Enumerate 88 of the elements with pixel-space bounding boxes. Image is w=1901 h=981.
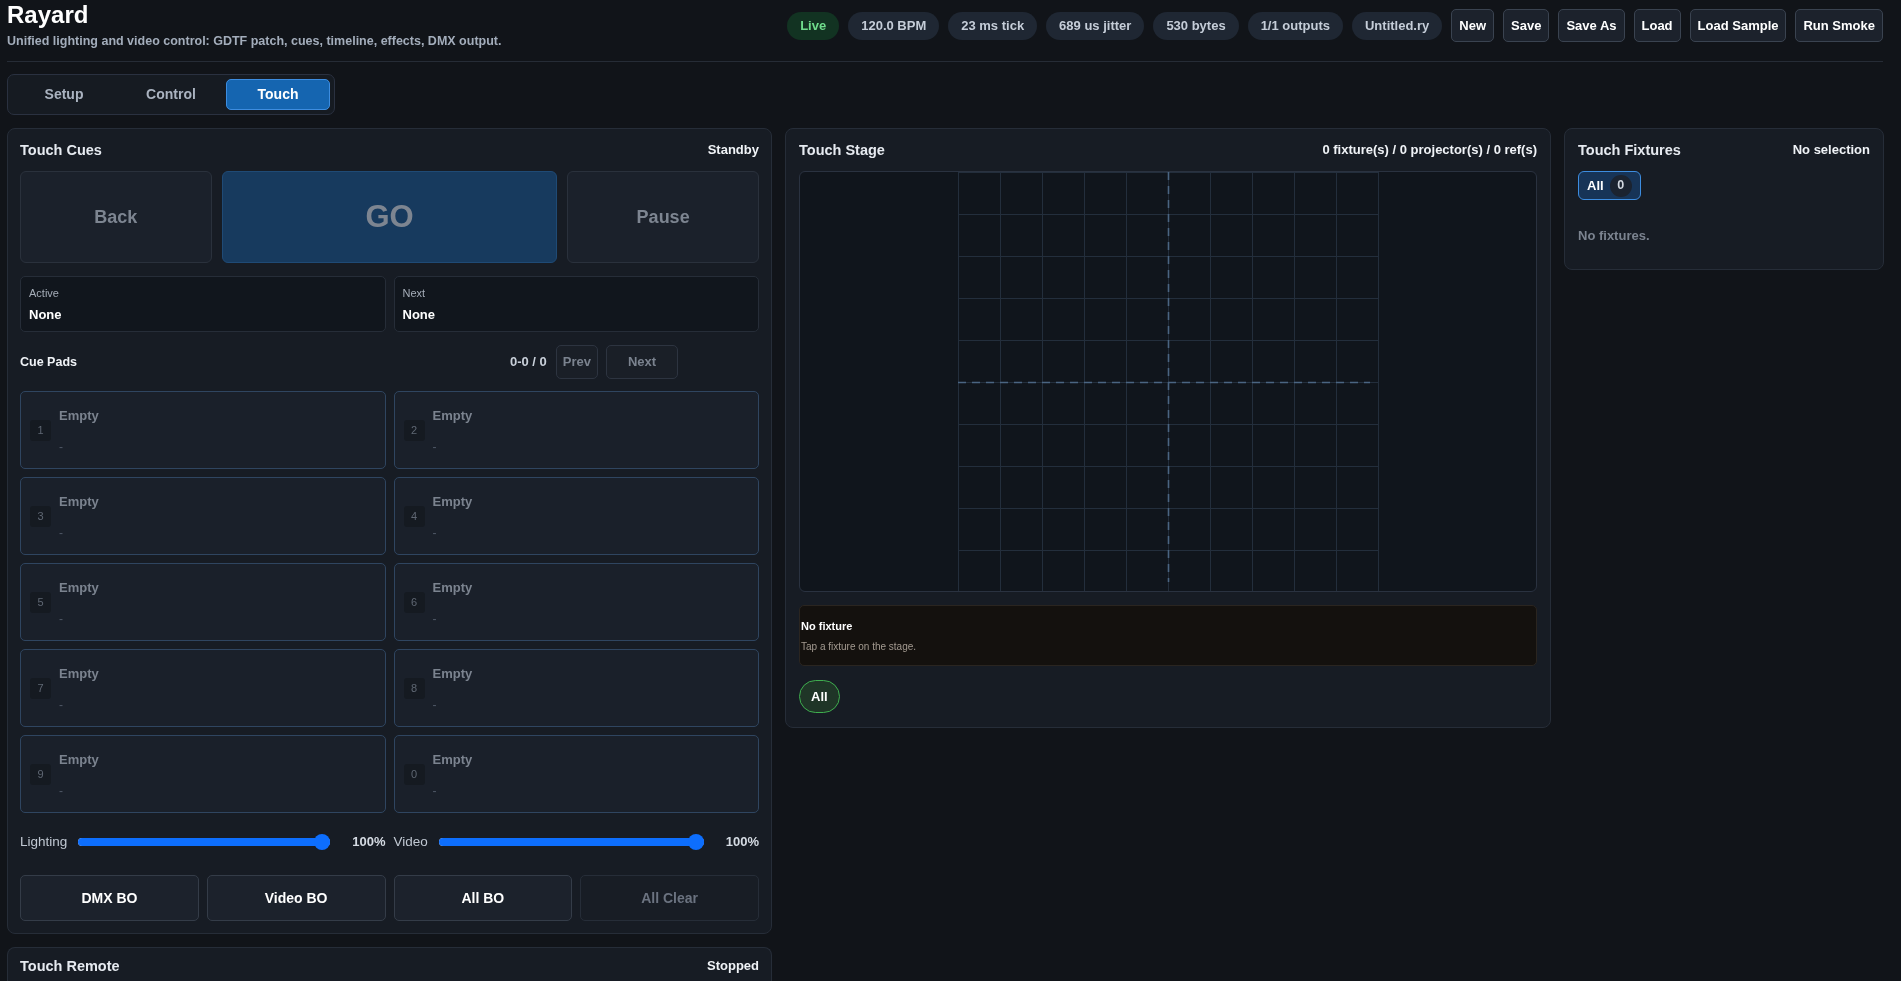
pad-detail: - <box>432 439 437 455</box>
panel-title: Touch Fixtures <box>1578 141 1681 160</box>
slot-value: None <box>402 306 435 324</box>
slider-thumb[interactable] <box>314 834 331 850</box>
status-chip: 689 us jitter <box>1046 11 1145 40</box>
fader-reading: 100% <box>352 833 386 852</box>
status-chip: Untitled.ry <box>1352 11 1443 40</box>
pad-detail: - <box>432 783 437 799</box>
filter-pill[interactable]: All <box>799 680 840 713</box>
panel-title: Touch Stage <box>799 141 885 160</box>
status-chip: 1/1 outputs <box>1247 11 1343 40</box>
pad-number: 4 <box>403 505 425 527</box>
pad-label: Empty <box>432 493 473 511</box>
panel-status: 0 fixture(s) / 0 projector(s) / 0 ref(s) <box>1322 141 1537 159</box>
info-hint: Tap a fixture on the stage. <box>801 640 917 654</box>
pad-detail: - <box>432 611 437 627</box>
panel-status: Stopped <box>707 957 759 975</box>
toolbar-button[interactable]: Run Smoke <box>1795 9 1883 42</box>
cue-pad[interactable]: 1 Empty - <box>20 391 386 469</box>
tab[interactable]: Touch <box>226 79 330 110</box>
app-subtitle: Unified lighting and video control: GDTF patch, cues, timeline, effects, DMX output. <box>7 33 502 49</box>
app-title: Rayard <box>7 1 89 29</box>
status-chip: 120.0 BPM <box>848 11 940 40</box>
blackout-button[interactable]: Video BO <box>206 875 386 921</box>
cue-pad[interactable]: 9 Empty - <box>20 735 386 813</box>
status-chip: 23 ms tick <box>948 11 1038 40</box>
pad-number: 1 <box>30 419 51 441</box>
pad-number: 9 <box>30 763 51 785</box>
pad-number: 6 <box>403 591 425 613</box>
pad-label: Empty <box>59 407 99 425</box>
panel-title: Touch Remote <box>20 957 120 976</box>
pad-number: 0 <box>403 763 425 785</box>
pad-label: Empty <box>59 751 99 769</box>
toolbar-button[interactable]: Save As <box>1558 9 1625 42</box>
cue-pad[interactable]: 0 Empty - <box>393 735 759 813</box>
stage-canvas[interactable] <box>799 171 1537 592</box>
cue-pad[interactable]: 7 Empty - <box>20 649 386 727</box>
pad-detail: - <box>432 525 437 541</box>
pad-label: Empty <box>432 665 473 683</box>
pad-detail: - <box>59 697 63 713</box>
pad-detail: - <box>59 783 63 799</box>
cue-pad[interactable]: 8 Empty - <box>393 649 759 727</box>
fader-reading: 100% <box>725 833 759 852</box>
blackout-button[interactable]: All BO <box>393 875 573 921</box>
pad-detail: - <box>59 525 63 541</box>
blackout-button[interactable]: DMX BO <box>20 875 199 921</box>
fader-label: Lighting <box>20 832 68 851</box>
group-chip[interactable]: All 0 <box>1578 171 1641 200</box>
page-range: 0-0 / 0 <box>509 353 547 372</box>
pad-detail: - <box>59 611 63 627</box>
pad-number: 2 <box>403 419 425 441</box>
pad-label: Empty <box>59 665 99 683</box>
status-chip: 530 bytes <box>1153 11 1239 40</box>
toolbar-button[interactable]: Load <box>1633 9 1681 42</box>
pad-number: 8 <box>403 677 425 699</box>
pad-label: Empty <box>432 751 473 769</box>
info-title: No fixture <box>801 619 853 633</box>
fader-label: Video <box>393 832 428 851</box>
pad-number: 7 <box>30 677 51 699</box>
tab[interactable]: Control <box>119 79 223 110</box>
cue-pad[interactable]: 2 Empty - <box>393 391 759 469</box>
count-badge: 0 <box>1609 174 1632 197</box>
pad-label: Empty <box>59 579 99 597</box>
slot-label: Next <box>402 286 426 300</box>
slot-value: None <box>29 306 62 324</box>
slot-label: Active <box>29 286 59 300</box>
panel-status: No selection <box>1792 141 1870 159</box>
pad-number: 3 <box>30 505 51 527</box>
section-title: Cue Pads <box>20 353 77 371</box>
pad-label: Empty <box>59 493 99 511</box>
slider-thumb[interactable] <box>687 834 704 850</box>
cue-pad[interactable]: 6 Empty - <box>393 563 759 641</box>
pad-number: 5 <box>30 591 51 613</box>
panel-title: Touch Cues <box>20 141 102 160</box>
cue-pad[interactable]: 3 Empty - <box>20 477 386 555</box>
pad-detail: - <box>59 439 63 455</box>
empty-message: No fixtures. <box>1578 228 1650 244</box>
pad-detail: - <box>432 697 437 713</box>
toolbar-button[interactable]: New <box>1451 9 1494 42</box>
cue-pad[interactable]: 5 Empty - <box>20 563 386 641</box>
panel-status: Standby <box>707 141 759 159</box>
cue-pad[interactable]: 4 Empty - <box>393 477 759 555</box>
pad-label: Empty <box>432 579 473 597</box>
toolbar-button[interactable]: Load Sample <box>1689 9 1787 42</box>
status-chip: Live <box>787 11 840 40</box>
toolbar-button[interactable]: Save <box>1503 9 1550 42</box>
pad-label: Empty <box>432 407 473 425</box>
tab[interactable]: Setup <box>12 79 116 110</box>
